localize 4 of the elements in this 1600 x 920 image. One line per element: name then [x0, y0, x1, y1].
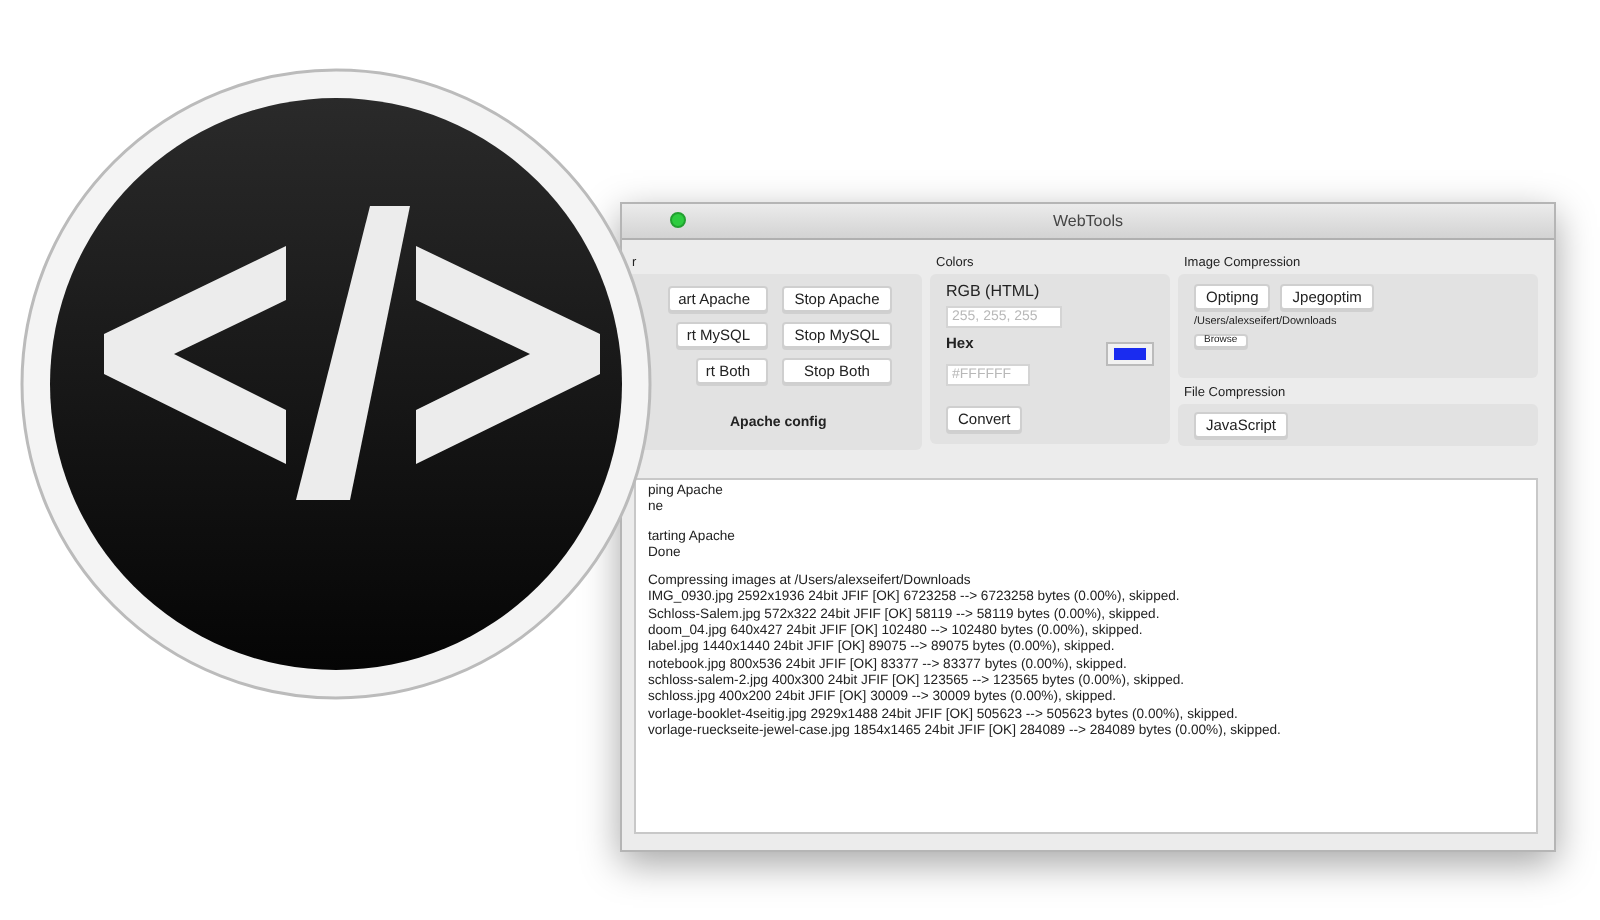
window-button[interactable] [670, 212, 686, 228]
window-title: WebTools [1053, 212, 1123, 230]
color-well[interactable] [1106, 342, 1154, 366]
field-label: RGB (HTML) [946, 282, 1040, 300]
